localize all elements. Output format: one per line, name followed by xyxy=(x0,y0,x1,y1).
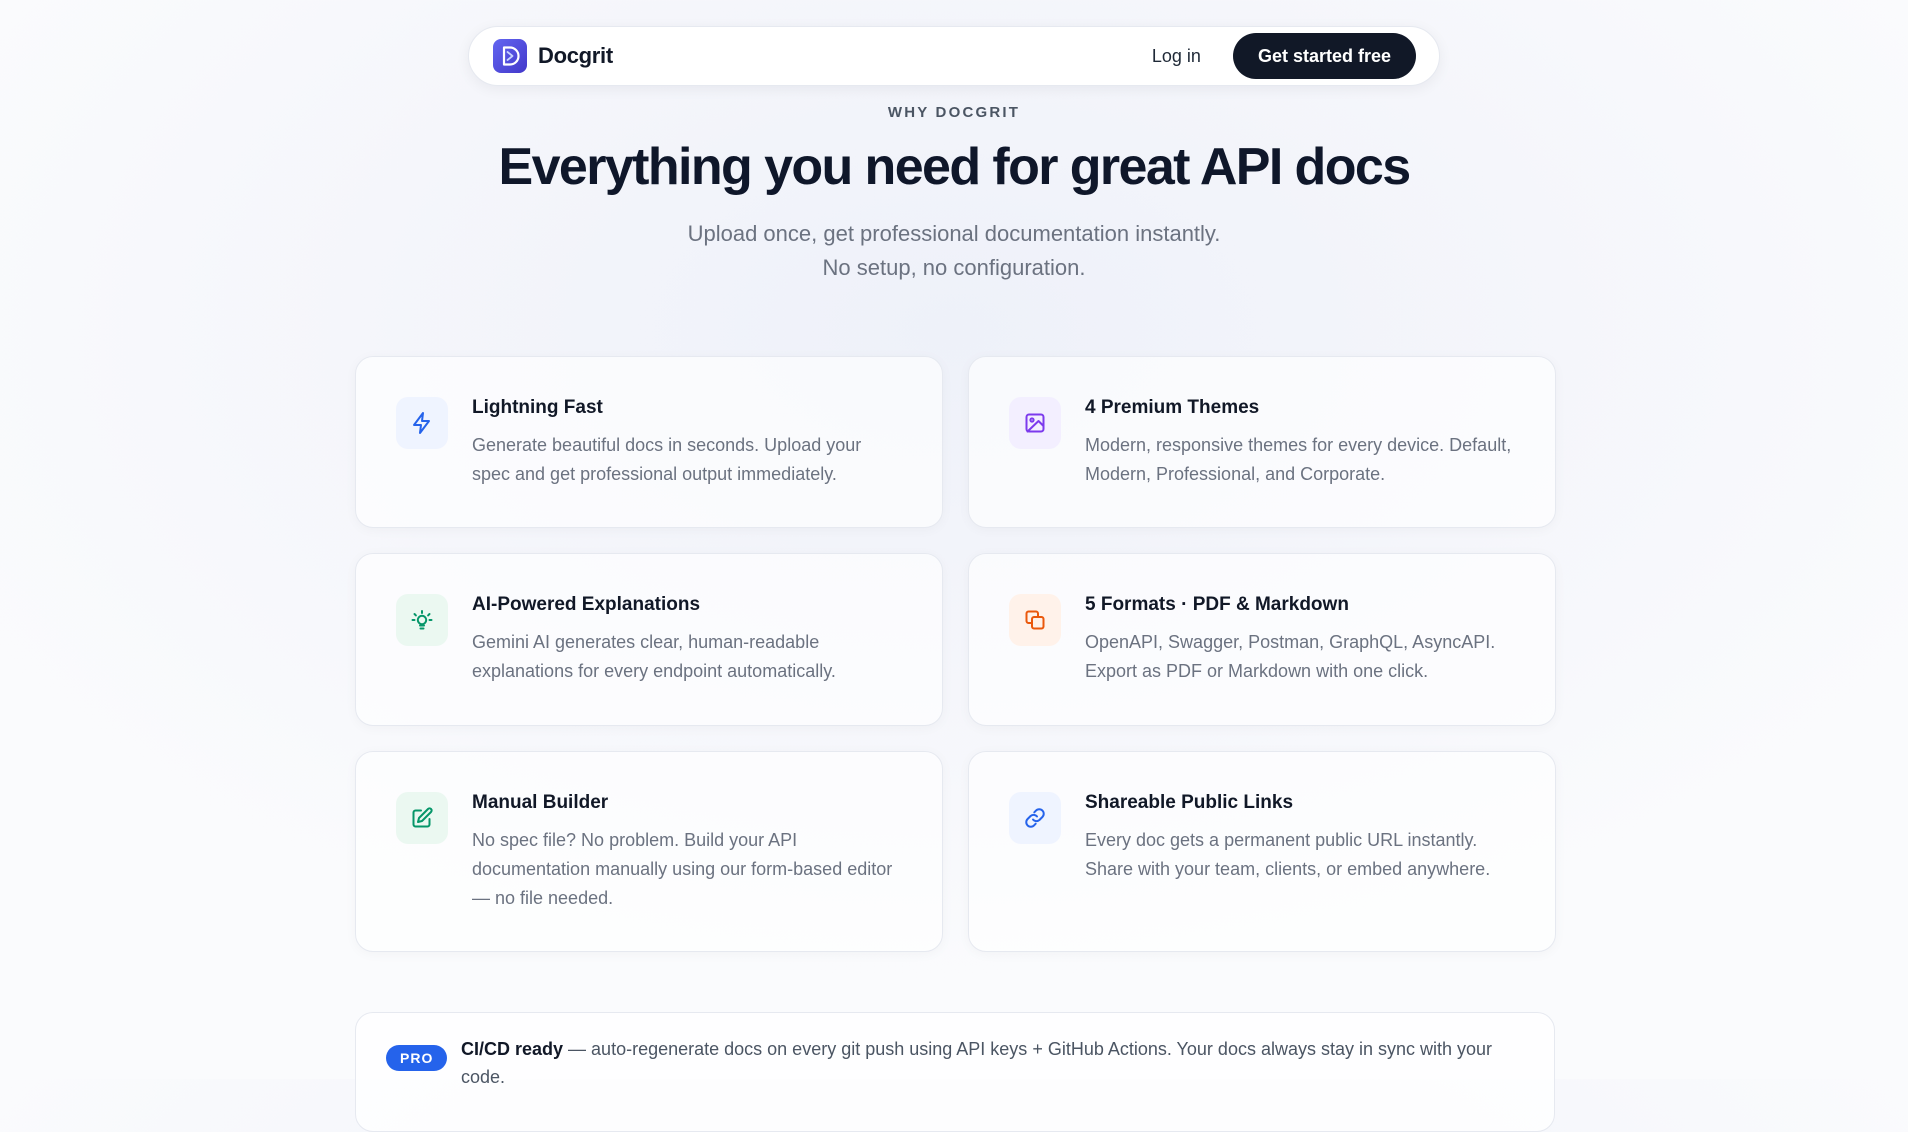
feature-title: Shareable Public Links xyxy=(1085,792,1294,813)
feature-card-public-links: Shareable Public Links Every doc gets a … xyxy=(968,751,1556,952)
lightbulb-icon xyxy=(396,594,448,646)
feature-title: AI-Powered Explanations xyxy=(472,594,701,615)
feature-card-manual-builder: Manual Builder No spec file? No problem.… xyxy=(355,751,943,952)
logo-text: Docgrit xyxy=(538,43,613,68)
feature-title: Manual Builder xyxy=(472,792,609,813)
edit-icon xyxy=(396,792,448,844)
section-eyebrow: WHY DOCGRIT xyxy=(887,104,1021,121)
login-link[interactable]: Log in xyxy=(1152,46,1201,67)
get-started-button[interactable]: Get started free xyxy=(1232,33,1416,79)
pro-banner: PRO CI/CD ready — auto-regenerate docs o… xyxy=(355,1012,1555,1132)
feature-title: Lightning Fast xyxy=(472,397,603,418)
subtitle-line-2: No setup, no configuration. xyxy=(822,255,1086,280)
feature-description: Gemini AI generates clear, human-readabl… xyxy=(472,632,836,681)
docgrit-logo-icon xyxy=(493,39,527,73)
feature-card-premium-themes: 4 Premium Themes Modern, responsive them… xyxy=(968,356,1556,528)
feature-card-lightning-fast: Lightning Fast Generate beautiful docs i… xyxy=(355,356,943,528)
lightning-icon xyxy=(396,397,448,449)
logo[interactable]: Docgrit xyxy=(493,39,613,73)
pro-title: CI/CD ready xyxy=(461,1039,564,1059)
pro-description: — auto-regenerate docs on every git push… xyxy=(461,1039,1493,1087)
feature-title: 5 Formats · PDF & Markdown xyxy=(1085,594,1349,615)
subtitle-line-1: Upload once, get professional documentat… xyxy=(687,221,1221,246)
feature-card-formats: 5 Formats · PDF & Markdown OpenAPI, Swag… xyxy=(968,553,1556,726)
feature-title: 4 Premium Themes xyxy=(1085,397,1260,418)
pro-banner-text: CI/CD ready — auto-regenerate docs on ev… xyxy=(461,1035,1521,1091)
feature-description: Modern, responsive themes for every devi… xyxy=(1085,435,1512,484)
pro-badge: PRO xyxy=(386,1045,448,1071)
page-title: Everything you need for great API docs xyxy=(498,138,1411,196)
feature-description: OpenAPI, Swagger, Postman, GraphQL, Asyn… xyxy=(1085,632,1496,681)
feature-card-ai-explanations: AI-Powered Explanations Gemini AI genera… xyxy=(355,553,943,726)
top-navbar: Docgrit Log in Get started free xyxy=(468,26,1440,86)
feature-description: No spec file? No problem. Build your API… xyxy=(472,830,893,908)
feature-description: Every doc gets a permanent public URL in… xyxy=(1085,830,1491,879)
feature-description: Generate beautiful docs in seconds. Uplo… xyxy=(472,435,862,484)
link-icon xyxy=(1009,792,1061,844)
image-icon xyxy=(1009,397,1061,449)
copy-icon xyxy=(1009,594,1061,646)
